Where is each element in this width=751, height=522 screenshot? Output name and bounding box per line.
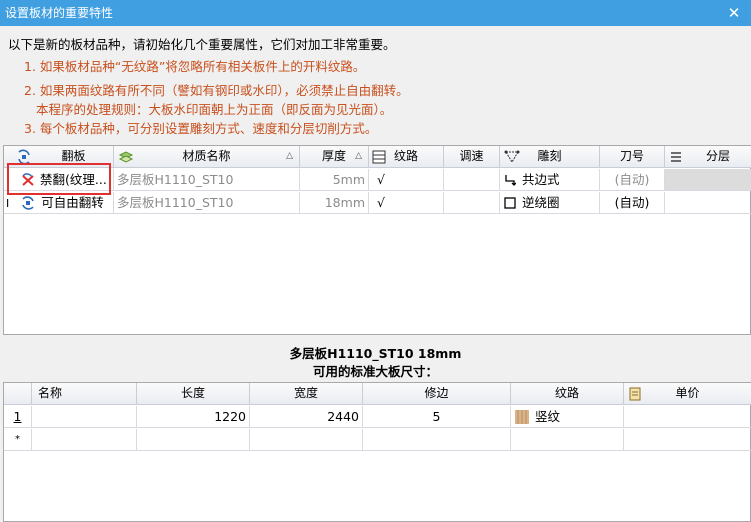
col-header-thickness-label: 厚度 xyxy=(321,149,346,163)
new-name-cell[interactable] xyxy=(32,429,137,451)
wood-grain-icon xyxy=(515,410,529,424)
thickness-cell[interactable]: 5mm xyxy=(300,169,369,191)
row-marker: I xyxy=(6,197,10,210)
layer-icon xyxy=(671,152,681,162)
col-header-speed[interactable]: 调速 xyxy=(444,146,500,168)
grain-icon xyxy=(372,150,386,164)
width-cell[interactable]: 2440 xyxy=(250,406,363,428)
note-1: 1. 如果板材品种“无纹路”将忽略所有相关板件上的开料纹路。 xyxy=(24,59,366,74)
grain-cell[interactable]: 竖纹 xyxy=(511,406,624,428)
intro-text: 以下是新的板材品种，请初始化几个重要属性，它们对加工非常重要。 xyxy=(8,37,396,52)
new-trim-cell[interactable] xyxy=(363,429,511,451)
col-header-flip-label: 翻板 xyxy=(61,149,86,163)
new-row-marker: * xyxy=(4,429,32,451)
col-header-engrave-label: 雕刻 xyxy=(537,149,562,163)
length-cell[interactable]: 1220 xyxy=(137,406,250,428)
close-button[interactable]: ✕ xyxy=(723,3,745,23)
highlight-box xyxy=(7,163,111,195)
selected-material-title: 多层板H1110_ST10 18mm xyxy=(289,346,462,361)
loop-icon xyxy=(504,197,516,209)
tool-cell[interactable]: (自动) xyxy=(600,169,665,191)
trim-cell[interactable]: 5 xyxy=(363,406,511,428)
layer-cell[interactable] xyxy=(665,192,751,214)
material-icon xyxy=(118,151,134,163)
col-header-grain[interactable]: 纹路 xyxy=(511,383,624,405)
grain-cell[interactable]: √ xyxy=(369,169,444,191)
thickness-cell[interactable]: 18mm xyxy=(300,192,369,214)
engrave-icon xyxy=(504,150,520,163)
col-header-grain[interactable]: 纹路 xyxy=(369,146,444,168)
col-header-material-label: 材质名称 xyxy=(182,149,231,163)
material-name-cell[interactable]: 多层板H1110_ST10 xyxy=(114,169,300,191)
note-2-detail: 本程序的处理规则：大板水印面朝上为正面（即反面为见光面）。 xyxy=(36,102,393,117)
col-header-length[interactable]: 长度 xyxy=(137,383,250,405)
size-name-cell[interactable] xyxy=(32,406,137,428)
new-price-cell[interactable] xyxy=(624,429,751,451)
new-width-cell[interactable] xyxy=(250,429,363,451)
col-header-name[interactable]: 名称 xyxy=(32,383,137,405)
materials-grid[interactable]: 翻板 材质名称 △ 厚度 △ 纹路 调速 雕刻 刀号 分层 禁翻(纹理... 多… xyxy=(3,145,751,335)
close-icon: ✕ xyxy=(727,4,741,22)
note-3: 3. 每个板材品种，可分别设置雕刻方式、速度和分层切削方式。 xyxy=(24,121,378,136)
col-header-material[interactable]: 材质名称 △ xyxy=(114,146,300,168)
row-number-header xyxy=(4,383,32,405)
window-title: 设置板材的重要特性 xyxy=(5,6,114,20)
grain-cell[interactable]: √ xyxy=(369,192,444,214)
col-header-trim[interactable]: 修边 xyxy=(363,383,511,405)
new-grain-cell[interactable] xyxy=(511,429,624,451)
title-bar: 设置板材的重要特性 ✕ xyxy=(0,0,751,26)
col-header-layer-label: 分层 xyxy=(705,149,730,163)
col-header-tool-label: 刀号 xyxy=(619,149,644,163)
col-header-tool[interactable]: 刀号 xyxy=(600,146,665,168)
col-header-grain-label: 纹路 xyxy=(393,149,418,163)
engrave-cell[interactable]: 逆绕圈 xyxy=(500,192,600,214)
price-icon xyxy=(629,387,641,401)
col-header-layer[interactable]: 分层 xyxy=(665,146,751,168)
flip-cell[interactable]: I 可自由翻转 xyxy=(4,192,114,214)
new-length-cell[interactable] xyxy=(137,429,250,451)
col-header-thickness[interactable]: 厚度 △ xyxy=(300,146,369,168)
price-cell[interactable] xyxy=(624,406,751,428)
sizes-caption: 可用的标准大板尺寸： xyxy=(312,364,438,379)
tool-cell[interactable]: (自动) xyxy=(600,192,665,214)
col-header-width[interactable]: 宽度 xyxy=(250,383,363,405)
speed-cell[interactable] xyxy=(444,169,500,191)
speed-cell[interactable] xyxy=(444,192,500,214)
shared-edge-icon xyxy=(505,175,516,186)
col-header-price-label: 单价 xyxy=(675,386,700,400)
sizes-grid[interactable]: 名称 长度 宽度 修边 纹路 单价 1 1220 2440 5 竖纹 * xyxy=(3,382,751,522)
col-header-speed-label: 调速 xyxy=(459,149,484,163)
material-name-cell[interactable]: 多层板H1110_ST10 xyxy=(114,192,300,214)
layer-cell[interactable] xyxy=(665,169,751,191)
sort-icon: △ xyxy=(355,151,362,161)
note-2: 2. 如果两面纹路有所不同（譬如有钢印或水印），必须禁止自由翻转。 xyxy=(24,83,409,98)
engrave-cell[interactable]: 共边式 xyxy=(500,169,600,191)
sort-icon: △ xyxy=(286,151,293,161)
row-index[interactable]: 1 xyxy=(4,406,32,428)
col-header-price[interactable]: 单价 xyxy=(624,383,751,405)
col-header-engrave[interactable]: 雕刻 xyxy=(500,146,600,168)
flip-icon xyxy=(22,196,34,210)
